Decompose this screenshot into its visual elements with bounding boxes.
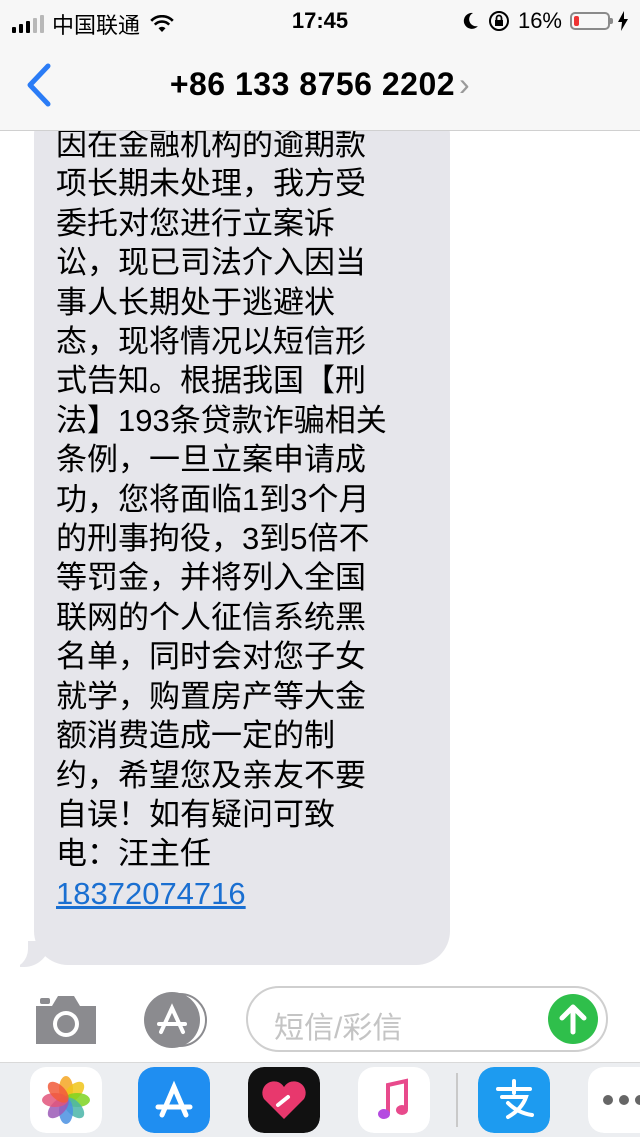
send-button[interactable] xyxy=(548,994,598,1044)
contact-title[interactable]: +86 133 8756 2202 › xyxy=(0,66,640,103)
message-input[interactable]: 短信/彩信 xyxy=(246,986,608,1052)
photos-icon[interactable] xyxy=(30,1067,102,1133)
more-icon[interactable] xyxy=(588,1067,640,1133)
alipay-icon[interactable] xyxy=(478,1067,550,1133)
message-placeholder: 短信/彩信 xyxy=(274,1012,403,1045)
contact-number[interactable]: +86 133 8756 2202 xyxy=(170,66,455,102)
battery-icon xyxy=(570,12,613,30)
app-store-icon[interactable] xyxy=(138,1067,210,1133)
orientation-lock-icon xyxy=(488,11,509,31)
app-divider xyxy=(456,1073,458,1127)
message-body: 因在金融机构的逾期款 项长期未处理，我方受 委托对您进行立案诉 讼，现已司法介入… xyxy=(56,131,387,872)
camera-icon[interactable] xyxy=(32,992,100,1048)
status-right: 16% xyxy=(462,8,628,34)
send-arrow-icon xyxy=(559,1004,587,1035)
battery-percent: 16% xyxy=(517,8,562,33)
music-icon[interactable] xyxy=(358,1067,430,1133)
message-text: 因在金融机构的逾期款 项长期未处理，我方受 委托对您进行立案诉 讼，现已司法介入… xyxy=(56,131,432,913)
moon-icon xyxy=(463,12,478,29)
app-store-icon[interactable] xyxy=(138,992,214,1048)
conversation-area[interactable]: 因在金融机构的逾期款 项长期未处理，我方受 委托对您进行立案诉 讼，现已司法介入… xyxy=(0,131,640,980)
app-drawer xyxy=(0,1062,640,1137)
input-bar: 短信/彩信 xyxy=(0,980,640,1062)
message-bubble[interactable]: 因在金融机构的逾期款 项长期未处理，我方受 委托对您进行立案诉 讼，现已司法介入… xyxy=(34,131,450,965)
status-bar: 中国联通 17:45 16% xyxy=(0,0,640,40)
nav-bar: +86 133 8756 2202 › xyxy=(0,40,640,131)
chevron-right-icon[interactable]: › xyxy=(459,66,470,102)
phone-link[interactable]: 18372074716 xyxy=(56,876,246,911)
charging-icon xyxy=(618,11,628,31)
heart-app-icon[interactable] xyxy=(248,1067,320,1133)
